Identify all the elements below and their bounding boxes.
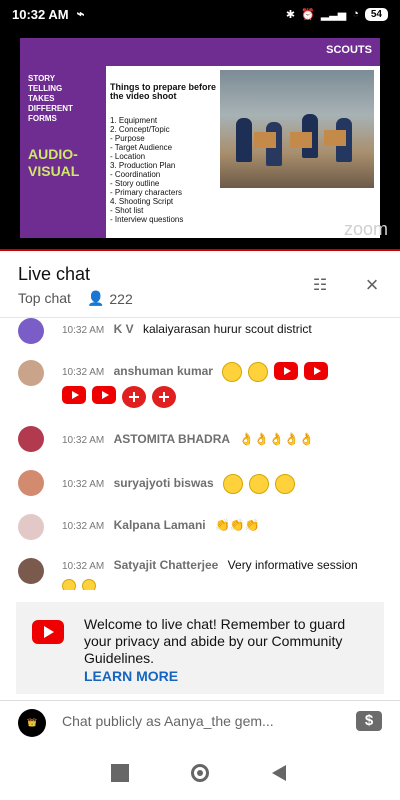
emoji-group [62,386,176,408]
carton-box [324,130,346,146]
emoji-group [223,474,295,494]
avatar [18,426,44,452]
slide-text: Things to prepare before the video shoot… [110,74,218,225]
message-text: kalaiyarasan hurur scout district [142,322,312,336]
top-chat-selector[interactable]: Top chat [18,290,71,307]
alarm-icon: ⏰ [301,8,315,21]
emoji-icon [222,362,243,382]
chat-input[interactable]: Chat publicly as Aanya_the gem... [62,713,274,729]
notice-text: Welcome to live chat! Remember to guard … [84,616,346,666]
chat-notice: Welcome to live chat! Remember to guard … [16,602,384,694]
message-author: suryajyoti biswas [113,476,214,491]
avatar [18,318,44,344]
avatar [18,558,44,584]
status-time: 10:32 AM [12,6,69,22]
message-time: 10:32 AM [62,367,105,379]
chat-subtitle: Top chat 👤 222 [18,290,133,307]
youtube-icon [32,620,64,644]
chat-messages: 10:32 AM K V kalaiyarasan hurur scout di… [0,318,400,590]
person-icon: 👤 [86,290,105,306]
chat-message: 10:32 AM suryajyoti biswas [0,470,400,500]
emoji-group [222,362,329,382]
emoji-icon [275,474,295,494]
message-author: Satyajit Chatterjee [113,558,219,572]
slide-photo [220,70,374,188]
youtube-emoji-icon [274,362,299,380]
signal-icon: ▂▃▅ [320,8,347,21]
youtube-home-icon [62,386,86,404]
emoji-icon [223,474,243,494]
chat-composer: 👑 Chat publicly as Aanya_the gem... $ [0,700,400,746]
message-author: K V [113,322,134,336]
status-bar: 10:32 AM ⌁ ✱ ⏰ ▂▃▅ ◔ 54 [0,0,400,28]
learn-more-link[interactable]: LEARN MORE [84,668,178,684]
usb-icon: ⌁ [76,6,85,21]
sidebar-big-text: AUDIO- VISUAL [28,146,80,179]
android-navbar [0,746,400,800]
viewer-count: 👤 222 [87,290,133,307]
message-author: ASTOMITA BHADRA [113,432,231,446]
home-button[interactable] [191,764,209,782]
avatar [18,360,44,386]
message-time: 10:32 AM [62,521,105,532]
chat-message: 10:32 AM Kalpana Lamani 👏👏👏 [0,514,400,540]
heart-plus-icon [122,386,146,408]
filter-icon[interactable]: ☷ [308,273,332,297]
super-chat-icon[interactable]: $ [356,711,382,731]
wifi-icon: ◔ [352,8,359,20]
battery-indicator: 54 [364,7,388,21]
chat-message: 10:32 AM K V kalaiyarasan hurur scout di… [0,318,400,344]
youtube-home-icon [92,386,116,404]
chat-message: 10:32 AM Satyajit Chatterjee Very inform… [0,556,400,590]
slide-body: 1. Equipment 2. Concept/Topic - Purpose … [110,116,184,224]
avatar [18,514,44,540]
video-progress-bar[interactable] [0,249,400,251]
viewer-count-value: 222 [109,290,133,307]
chat-message: 10:32 AM ASTOMITA BHADRA 👌👌👌👌👌 [0,426,400,456]
scouts-logo: SCOUTS [326,44,372,56]
message-text: 👌👌👌👌👌 [239,432,315,446]
message-time: 10:32 AM [62,435,105,446]
emoji-icon [249,474,269,494]
user-avatar[interactable]: 👑 [18,709,46,737]
chat-header: Live chat Top chat 👤 222 ☷ × [0,252,400,318]
message-time: 10:32 AM [62,561,105,572]
close-icon[interactable]: × [360,272,384,297]
avatar [18,470,44,496]
carton-box [290,132,312,148]
bluetooth-icon: ✱ [285,8,296,21]
recents-button[interactable] [111,764,129,782]
chat-message: 10:32 AM anshuman kumar [0,360,400,410]
heart-plus-icon [152,386,176,408]
video-player[interactable]: SCOUTS STORY TELLING TAKES DIFFERENT FOR… [0,28,400,250]
sidebar-text: STORY TELLING TAKES DIFFERENT FORMS [28,74,73,123]
emoji-group [62,578,96,590]
chat-title: Live chat [18,264,91,284]
youtube-emoji-icon [304,362,329,380]
message-text: 👏👏👏 [214,518,260,532]
thumbs-up-icon [62,578,76,590]
person-figure [236,118,252,162]
message-author: Kalpana Lamani [113,518,206,532]
back-button[interactable] [272,765,286,781]
slide-title: Things to prepare before the video shoot [110,82,217,101]
zoom-watermark: zoom [343,219,388,239]
message-time: 10:32 AM [62,325,105,336]
thumbs-up-icon [82,578,96,590]
message-author: anshuman kumar [113,364,213,379]
message-time: 10:32 AM [62,479,105,491]
carton-box [254,132,276,148]
emoji-icon [248,362,269,382]
message-text: Very informative session [227,558,358,572]
presentation-slide: SCOUTS STORY TELLING TAKES DIFFERENT FOR… [20,38,380,238]
